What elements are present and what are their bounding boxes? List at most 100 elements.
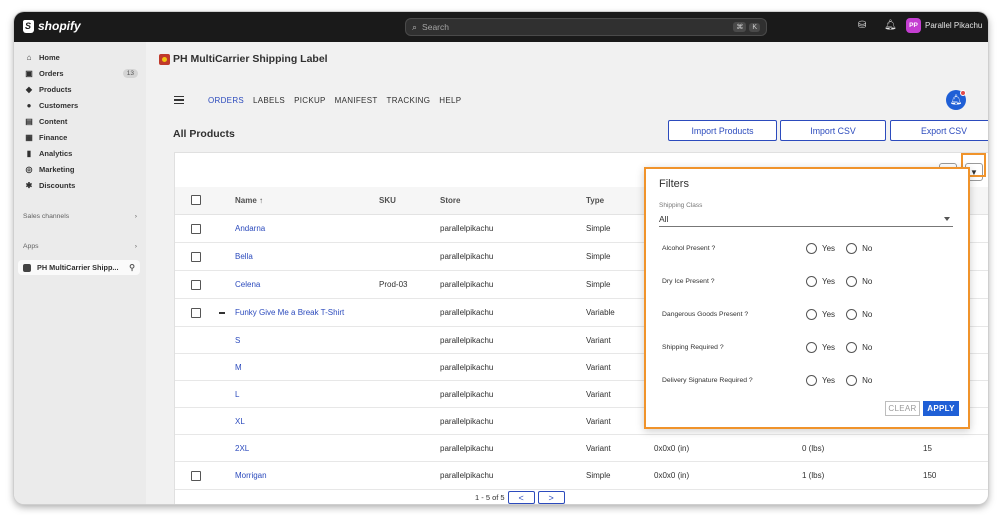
product-type: Simple [586, 280, 611, 289]
radio-yes[interactable] [806, 374, 817, 386]
tab-pickup[interactable]: PICKUP [294, 96, 326, 105]
filter-question-row: Shipping Required ? Yes No [662, 340, 956, 354]
import-csv-button[interactable]: Import CSV [780, 120, 886, 141]
radio-yes-label[interactable]: Yes [822, 376, 835, 385]
row-checkbox[interactable] [191, 280, 201, 290]
radio-no[interactable] [846, 374, 858, 386]
app-nav-tabs: ORDERS LABELS PICKUP MANIFEST TRACKING H… [208, 96, 470, 105]
radio-no-label[interactable]: No [862, 277, 872, 286]
collapse-icon[interactable] [219, 312, 225, 314]
product-store: parallelpikachu [440, 252, 494, 261]
import-products-button[interactable]: Import Products [668, 120, 777, 141]
shopify-logo[interactable]: shopify [23, 19, 81, 33]
database-icon[interactable]: ⛁ [858, 20, 866, 31]
app-icon [23, 263, 31, 272]
radio-yes-label[interactable]: Yes [822, 277, 835, 286]
row-checkbox[interactable] [191, 224, 201, 234]
select-all-checkbox[interactable] [191, 195, 201, 205]
radio-yes-label[interactable]: Yes [822, 244, 835, 253]
column-type[interactable]: Type [586, 196, 604, 205]
sidebar-item-marketing[interactable]: ◎ Marketing [20, 162, 140, 176]
brand-name: shopify [38, 19, 81, 33]
sidebar-item-home[interactable]: ⌂ Home [20, 50, 140, 64]
radio-no[interactable] [846, 308, 858, 320]
sidebar-item-ph-multicarrier[interactable]: PH MultiCarrier Shipp... ⚲ [18, 260, 140, 275]
radio-no[interactable] [846, 275, 858, 287]
pagination: 1 - 5 of 5 < > [475, 491, 565, 504]
next-page-button[interactable]: > [537, 491, 565, 504]
shipping-class-label: Shipping Class [659, 202, 703, 209]
radio-no-label[interactable]: No [862, 310, 872, 319]
home-icon: ⌂ [26, 52, 32, 62]
product-name-link[interactable]: Morrigan [235, 471, 267, 480]
tab-orders[interactable]: ORDERS [208, 96, 244, 105]
radio-no[interactable] [846, 341, 858, 353]
sales-channels-section[interactable]: Sales channels › [23, 213, 137, 220]
prev-page-button[interactable]: < [507, 491, 535, 504]
radio-no[interactable] [846, 242, 858, 254]
product-name-link[interactable]: Andarna [235, 224, 265, 233]
radio-yes[interactable] [806, 275, 817, 287]
radio-yes-label[interactable]: Yes [822, 343, 835, 352]
table-row[interactable]: Morrigan parallelpikachu Simple 0x0x0 (in) 1… [175, 462, 988, 490]
radio-yes[interactable] [806, 308, 817, 320]
radio-no-label[interactable]: No [862, 343, 872, 352]
sidebar-item-label: Content [39, 116, 68, 126]
column-name[interactable]: Name ↑ [235, 196, 263, 205]
sidebar: ⌂ Home ▣ Orders 13 ◆ Products ● Customer… [14, 42, 146, 504]
filter-question-label: Dry Ice Present ? [662, 277, 715, 285]
sidebar-item-discounts[interactable]: ✱ Discounts [20, 178, 140, 192]
content-icon: ▤ [25, 116, 33, 126]
sidebar-item-orders[interactable]: ▣ Orders 13 [20, 66, 140, 80]
hamburger-menu-icon[interactable] [174, 96, 184, 104]
radio-no-label[interactable]: No [862, 244, 872, 253]
column-sku[interactable]: SKU [379, 196, 396, 205]
row-checkbox[interactable] [191, 252, 201, 262]
apps-section[interactable]: Apps › [23, 243, 137, 250]
product-store: parallelpikachu [440, 363, 494, 372]
sidebar-item-products[interactable]: ◆ Products [20, 82, 140, 96]
tab-tracking[interactable]: TRACKING [387, 96, 431, 105]
row-checkbox[interactable] [191, 471, 201, 481]
product-name-link[interactable]: 2XL [235, 444, 249, 453]
product-name-link[interactable]: L [235, 390, 239, 399]
row-checkbox[interactable] [191, 308, 201, 318]
product-weight: 1 (lbs) [802, 471, 825, 480]
clear-button[interactable]: CLEAR [885, 401, 920, 416]
discount-icon: ✱ [25, 180, 33, 190]
sidebar-item-content[interactable]: ▤ Content [20, 114, 140, 128]
sidebar-item-analytics[interactable]: ▮ Analytics [20, 146, 140, 160]
product-name-link[interactable]: Celena [235, 280, 260, 289]
search-input[interactable] [422, 22, 731, 32]
tab-manifest[interactable]: MANIFEST [335, 96, 378, 105]
radio-yes[interactable] [806, 242, 817, 254]
radio-yes-label[interactable]: Yes [822, 310, 835, 319]
apply-button[interactable]: APPLY [923, 401, 959, 416]
product-name-link[interactable]: XL [235, 417, 245, 426]
product-store: parallelpikachu [440, 224, 494, 233]
column-store[interactable]: Store [440, 196, 460, 205]
pin-icon[interactable]: ⚲ [129, 263, 135, 272]
product-name-link[interactable]: M [235, 363, 242, 372]
product-type: Variant [586, 336, 611, 345]
search-icon: ⌕ [412, 21, 418, 32]
shipping-class-select[interactable]: All [659, 212, 953, 227]
table-row[interactable]: 2XL parallelpikachu Variant 0x0x0 (in) 0 (lb… [175, 435, 988, 462]
filter-question-label: Dangerous Goods Present ? [662, 310, 749, 318]
export-csv-button[interactable]: Export CSV [890, 120, 988, 141]
search-bar[interactable]: ⌕ ⌘ K [405, 18, 767, 36]
sidebar-item-finance[interactable]: ▦ Finance [20, 130, 140, 144]
tab-help[interactable]: HELP [439, 96, 461, 105]
sidebar-item-customers[interactable]: ● Customers [20, 98, 140, 112]
pagination-info: 1 - 5 of 5 [475, 493, 505, 502]
product-quantity: 15 [923, 444, 932, 453]
product-name-link[interactable]: S [235, 336, 240, 345]
product-name-link[interactable]: Funky Give Me a Break T-Shirt [235, 308, 344, 317]
bell-icon[interactable]: 🔔︎ [884, 20, 897, 31]
radio-yes[interactable] [806, 341, 817, 353]
tab-labels[interactable]: LABELS [253, 96, 285, 105]
user-menu[interactable]: PP Parallel Pikachu [906, 18, 982, 33]
product-name-link[interactable]: Bella [235, 252, 253, 261]
radio-no-label[interactable]: No [862, 376, 872, 385]
sidebar-item-label: Orders [39, 68, 64, 78]
